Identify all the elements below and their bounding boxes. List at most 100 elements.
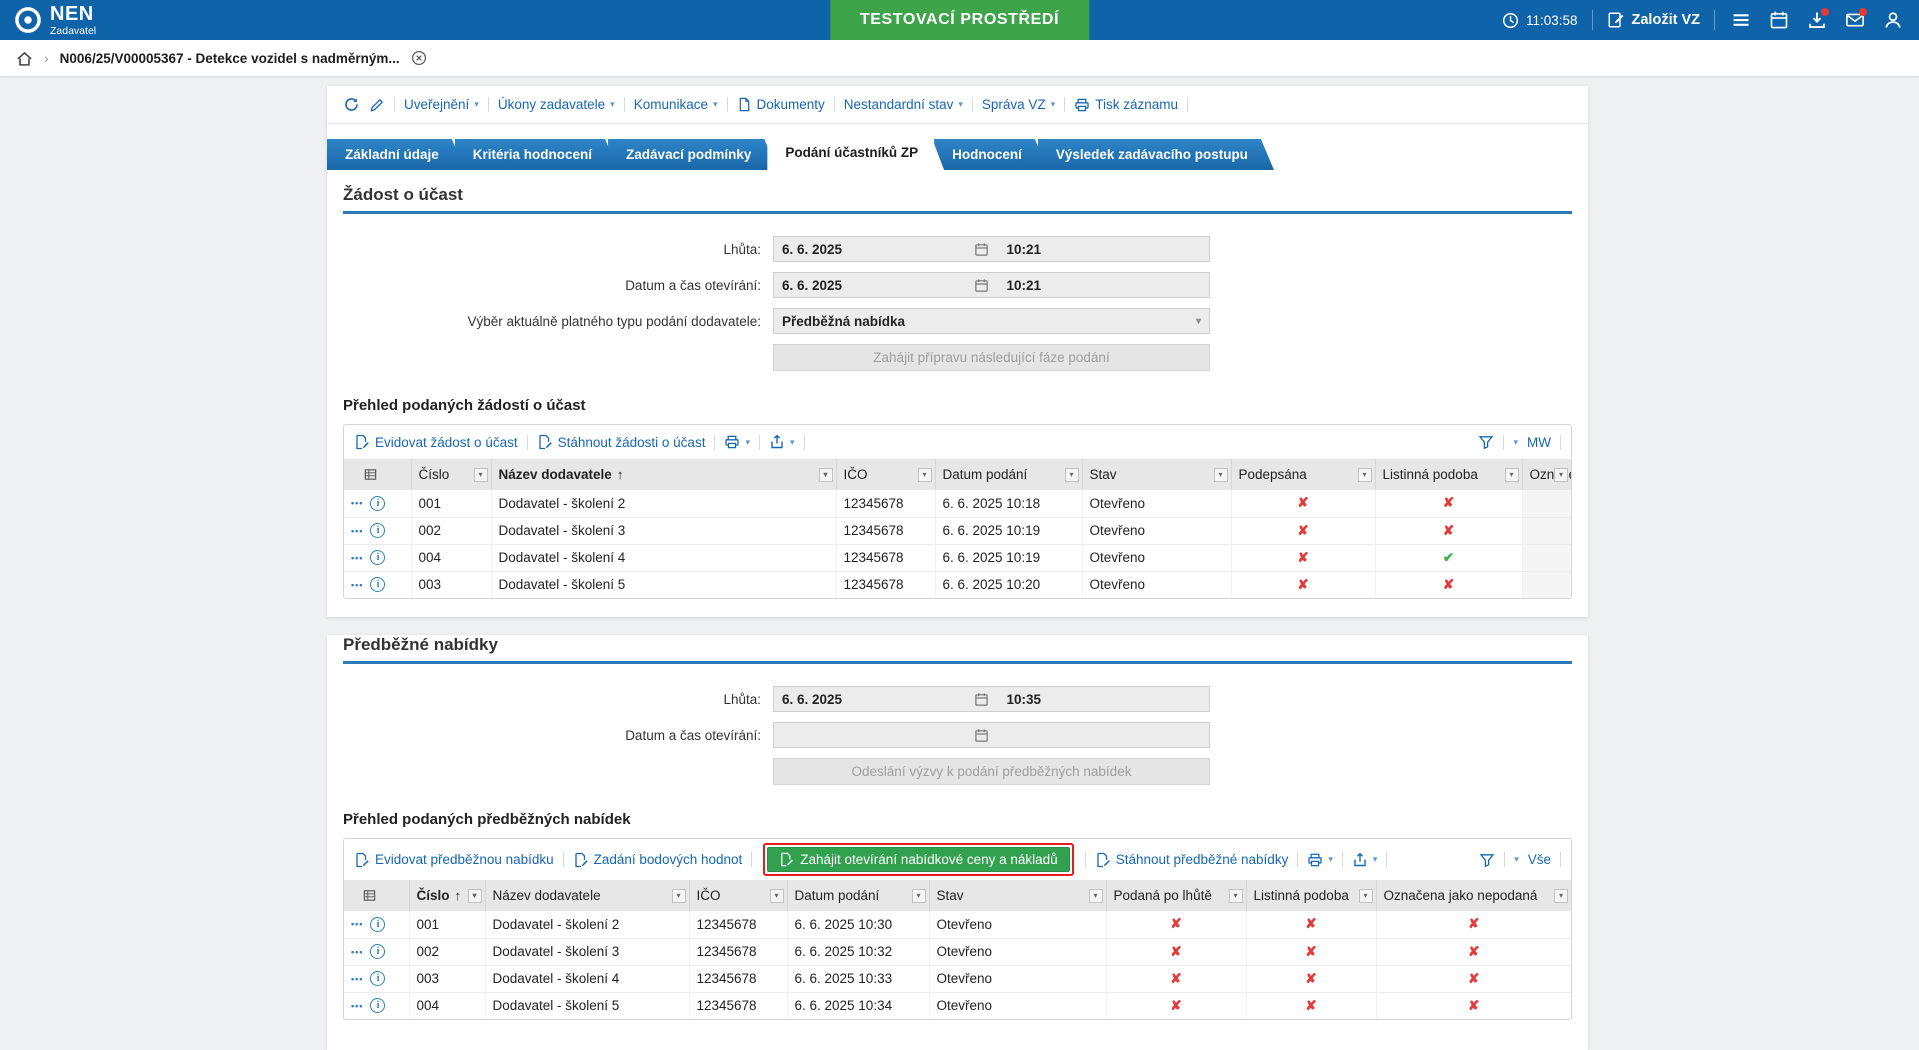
evidovat-zadost-button[interactable]: Evidovat žádost o účast (354, 434, 518, 450)
otevirani-datetime-field[interactable] (773, 722, 1210, 748)
filter-button[interactable] (1479, 852, 1495, 868)
info-icon[interactable]: i (370, 495, 386, 511)
odeslani-vyzvy-button[interactable]: Odeslání výzvy k podání předběžných nabí… (773, 758, 1210, 785)
main-menu-button[interactable] (1729, 8, 1753, 32)
tab-hodnoceni[interactable]: Hodnocení (934, 139, 1048, 170)
column-oznacena[interactable]: Označena jako nepodaná▾ (1521, 459, 1571, 490)
stahnout-zadosti-button[interactable]: Stáhnout žádosti o účast (537, 434, 705, 450)
profile-button[interactable] (1881, 8, 1905, 32)
info-icon[interactable]: i (370, 971, 386, 986)
column-oznacena[interactable]: Označena jako nepodaná▾ (1375, 880, 1571, 911)
date-picker-button[interactable] (974, 278, 989, 293)
info-icon[interactable]: i (370, 523, 386, 538)
lhuta-date-value[interactable]: 6. 6. 2025 (782, 242, 842, 257)
export-table-button[interactable]: ▾ (1352, 852, 1377, 868)
menu-uverejneni[interactable]: Uveřejnění ▾ (404, 97, 479, 112)
table-row[interactable]: ••• i 001 Dodavatel - školení 2 12345678 … (344, 911, 1571, 939)
row-menu-button[interactable]: ••• (351, 526, 363, 536)
info-icon[interactable]: i (370, 550, 386, 565)
row-menu-button[interactable]: ••• (351, 498, 363, 508)
lhuta-datetime-field[interactable]: 6. 6. 2025 10:35 (773, 686, 1210, 712)
export-table-button[interactable]: ▾ (769, 434, 795, 450)
date-picker-button[interactable] (974, 692, 989, 707)
otevirani-time-value[interactable]: 10:21 (995, 278, 1209, 293)
menu-nestandardni-stav[interactable]: Nestandardní stav ▾ (844, 97, 963, 112)
date-picker-button[interactable] (974, 728, 989, 743)
downloads-button[interactable] (1805, 8, 1829, 32)
lhuta-time-value[interactable]: 10:35 (995, 692, 1209, 707)
tab-vysledek[interactable]: Výsledek zadávacího postupu (1038, 139, 1274, 170)
menu-ukony-zadavatele[interactable]: Úkony zadavatele ▾ (498, 97, 615, 112)
zahajit-otevirani-button[interactable]: Zahájit otevírání nabídkové ceny a nákla… (767, 847, 1070, 872)
typ-podani-select[interactable]: Předběžná nabídka ▾ (773, 308, 1210, 334)
tab-kriteria-hodnoceni[interactable]: Kritéria hodnocení (455, 139, 618, 170)
row-menu-button[interactable]: ••• (351, 580, 363, 590)
date-picker-button[interactable] (974, 242, 989, 257)
info-icon[interactable]: i (370, 944, 386, 959)
column-filter-icon[interactable]: ▾ (769, 888, 784, 903)
table-row[interactable]: ••• i 003 Dodavatel - školení 5 12345678 … (344, 571, 1571, 598)
menu-sprava-vz[interactable]: Správa VZ ▾ (982, 97, 1055, 112)
column-filter-icon[interactable]: ▾ (473, 467, 488, 482)
column-filter-icon[interactable]: ▾ (1358, 888, 1373, 903)
nen-logo[interactable]: NEN Zadavatel (14, 4, 96, 37)
stahnout-nabidky-button[interactable]: Stáhnout předběžné nabídky (1095, 852, 1288, 868)
table-row[interactable]: ••• i 002 Dodavatel - školení 3 12345678 … (344, 517, 1571, 545)
column-filter-icon[interactable]: ▾ (911, 888, 926, 903)
print-table-button[interactable]: ▾ (1307, 852, 1333, 868)
info-icon[interactable]: i (370, 916, 386, 932)
zadani-bodovych-hodnot-button[interactable]: Zadání bodových hodnot (573, 852, 742, 868)
column-filter-icon[interactable]: ▾ (1554, 888, 1568, 903)
history-button[interactable] (343, 96, 360, 113)
home-button[interactable] (16, 50, 33, 67)
otevirani-datetime-field[interactable]: 6. 6. 2025 10:21 (773, 272, 1210, 298)
column-filter-icon[interactable]: ▾ (1504, 467, 1519, 482)
filter-preset-selector[interactable]: MW (1527, 435, 1551, 450)
edit-button[interactable] (369, 97, 385, 113)
tab-zakladni-udaje[interactable]: Základní údaje (327, 139, 465, 170)
row-menu-button[interactable]: ••• (351, 947, 363, 957)
calendar-button[interactable] (1767, 8, 1791, 32)
filter-button[interactable] (1478, 434, 1494, 450)
print-table-button[interactable]: ▾ (724, 434, 750, 450)
tab-podani-ucastniku[interactable]: Podání účastníků ZP (767, 136, 944, 170)
messages-button[interactable] (1843, 8, 1867, 32)
zahajit-pripravu-button[interactable]: Zahájit přípravu následující fáze podání (773, 344, 1210, 371)
row-menu-button[interactable]: ••• (351, 974, 363, 984)
column-nazev-dodavatele[interactable]: Název dodavatele ↑ ▾ (490, 459, 836, 490)
evidovat-nabidku-button[interactable]: Evidovat předběžnou nabídku (354, 852, 554, 868)
table-row[interactable]: ••• i 004 Dodavatel - školení 4 12345678 … (344, 544, 1571, 572)
column-filter-icon[interactable]: ▾ (1228, 888, 1243, 903)
column-filter-icon[interactable]: ▾ (467, 888, 482, 903)
column-filter-icon[interactable]: ▾ (671, 888, 686, 903)
column-stav[interactable]: Stav ▾ (1081, 459, 1231, 490)
row-menu-button[interactable]: ••• (351, 553, 363, 563)
close-record-button[interactable] (411, 50, 427, 66)
menu-dokumenty[interactable]: Dokumenty (737, 97, 825, 112)
info-icon[interactable]: i (370, 577, 386, 593)
column-filter-icon[interactable]: ▾ (1213, 467, 1228, 482)
filter-preset-selector[interactable]: Vše (1528, 852, 1551, 867)
column-podepsana[interactable]: Podepsána ▾ (1230, 459, 1375, 490)
otevirani-date-value[interactable]: 6. 6. 2025 (782, 278, 842, 293)
column-listinna-podoba[interactable]: Listinná podoba ▾ (1245, 880, 1376, 911)
tab-zadavaci-podminky[interactable]: Zadávací podmínky (608, 139, 777, 170)
column-cislo[interactable]: Číslo ▾ (410, 459, 491, 490)
table-row[interactable]: ••• i 002 Dodavatel - školení 3 12345678 … (344, 938, 1571, 966)
table-row[interactable]: ••• i 001 Dodavatel - školení 2 12345678 … (344, 490, 1571, 518)
column-filter-icon[interactable]: ▾ (1357, 467, 1372, 482)
column-settings-header[interactable] (344, 880, 409, 911)
lhuta-datetime-field[interactable]: 6. 6. 2025 10:21 (773, 236, 1210, 262)
info-icon[interactable]: i (370, 998, 386, 1014)
column-podana-po-lhute[interactable]: Podaná po lhůtě ▾ (1105, 880, 1246, 911)
breadcrumb-record-title[interactable]: N006/25/V00005367 - Detekce vozidel s na… (60, 51, 400, 66)
table-row[interactable]: ••• i 003 Dodavatel - školení 4 12345678 … (344, 965, 1571, 993)
lhuta-date-value[interactable]: 6. 6. 2025 (782, 692, 842, 707)
column-nazev-dodavatele[interactable]: Název dodavatele ▾ (484, 880, 689, 911)
column-filter-icon[interactable]: ▾ (917, 467, 932, 482)
column-ico[interactable]: IČO ▾ (835, 459, 935, 490)
row-menu-button[interactable]: ••• (351, 1001, 363, 1011)
table-row[interactable]: ••• i 004 Dodavatel - školení 5 12345678 … (344, 992, 1571, 1019)
column-settings-header[interactable] (344, 459, 411, 490)
lhuta-time-value[interactable]: 10:21 (995, 242, 1209, 257)
